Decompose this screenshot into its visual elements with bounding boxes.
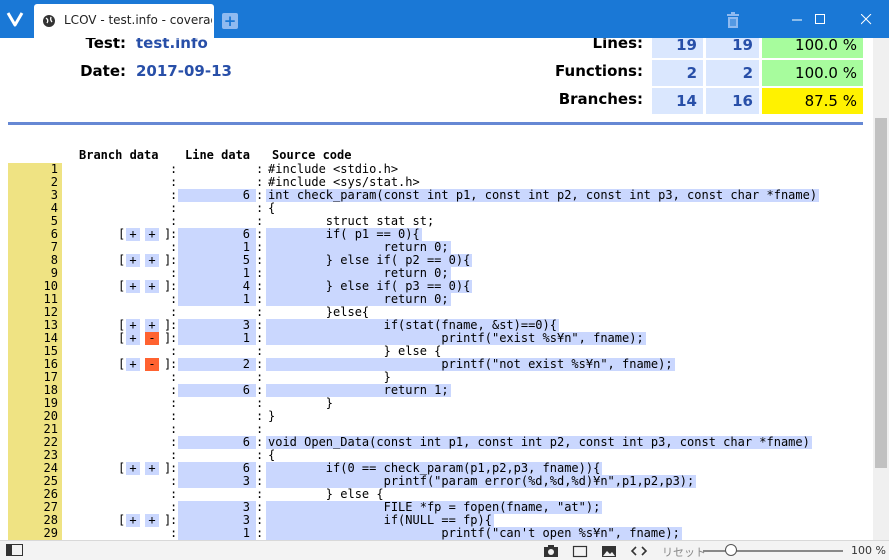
stat-percent: 100.0 %: [762, 38, 863, 58]
stat-total: 2: [706, 60, 759, 86]
vertical-scrollbar[interactable]: [873, 38, 889, 540]
vivaldi-logo-icon[interactable]: [6, 10, 24, 28]
table-row: 20::}: [0, 410, 873, 423]
stat-percent: 100.0 %: [762, 60, 863, 86]
branch-taken: +: [126, 514, 140, 527]
test-label: Test:: [85, 38, 126, 52]
line-hit-count: 1: [242, 331, 250, 345]
source-line: void Open_Data(const int p1, const int p…: [266, 435, 812, 449]
date-value: 2017-09-13: [136, 62, 232, 80]
branch-bracket: [: [118, 461, 126, 475]
source-line: }: [268, 396, 334, 410]
zoom-level: 100 %: [851, 544, 886, 557]
zoom-slider-handle[interactable]: [725, 544, 737, 556]
column-separator: :: [170, 526, 178, 540]
stat-percent: 87.5 %: [762, 88, 863, 114]
browser-tab[interactable]: LCOV - test.info - coverage/t: [34, 4, 214, 38]
branch-taken: +: [126, 332, 140, 345]
maximize-button[interactable]: [797, 0, 843, 38]
branch-taken: +: [126, 254, 140, 267]
table-row: 29:1: printf("can't open %s¥n", fname);: [0, 527, 873, 540]
stat-label: Functions:: [555, 62, 643, 80]
branch-taken: +: [126, 280, 140, 293]
image-icon[interactable]: [601, 544, 617, 558]
line-hit-count: 6: [242, 435, 250, 449]
table-row: 18:6: return 1;: [0, 384, 873, 397]
column-separator: :: [256, 526, 264, 540]
branch-data-header: Branch data: [79, 148, 159, 162]
table-row: 1:: #include <stdio.h>: [0, 163, 873, 176]
source-code-header: Source code: [272, 148, 352, 162]
table-row: 11:1: return 0;: [0, 293, 873, 306]
zoom-slider[interactable]: [703, 550, 843, 552]
zoom-reset-button[interactable]: リセット: [662, 544, 706, 560]
branch-taken: +: [145, 254, 159, 267]
branch-not-taken: -: [145, 332, 159, 345]
table-row: 22:6: void Open_Data(const int p1, const …: [0, 436, 873, 449]
line-hit-count: [178, 410, 256, 423]
stat-label: Lines:: [592, 38, 643, 52]
stat-hit: 2: [652, 60, 703, 86]
branch-bracket: [: [118, 513, 126, 527]
new-tab-button[interactable]: +: [222, 13, 238, 29]
trash-icon[interactable]: [726, 12, 740, 28]
branch-taken: +: [145, 228, 159, 241]
maximize-icon: [815, 14, 825, 24]
close-button[interactable]: [843, 0, 889, 38]
table-row: 16[+ -]:2: printf("not exist %s¥n", fname…: [0, 358, 873, 371]
title-bar: LCOV - test.info - coverage/t +: [0, 0, 889, 38]
status-bar: リセット 100 %: [0, 540, 889, 560]
header-divider: [8, 122, 863, 125]
line-hit-count: [178, 202, 256, 215]
stat-hit: 19: [652, 38, 703, 58]
branch-bracket: [: [118, 253, 126, 267]
line-hit-count: 2: [242, 357, 250, 371]
code-icon[interactable]: [630, 544, 648, 558]
branch-bracket: [: [118, 331, 126, 345]
branch-bracket: [: [118, 227, 126, 241]
line-hit-count: [178, 163, 256, 176]
branch-taken: +: [145, 514, 159, 527]
camera-icon[interactable]: [543, 544, 559, 558]
table-row: 4::{: [0, 202, 873, 215]
branch-taken: +: [126, 358, 140, 371]
line-hit-count: 3: [242, 474, 250, 488]
line-data-header: Line data: [185, 148, 251, 162]
line-hit-count: [178, 397, 256, 410]
branch-taken: +: [145, 462, 159, 475]
test-value: test.info: [136, 38, 208, 52]
stat-total: 19: [706, 38, 759, 58]
close-icon: [861, 14, 872, 25]
branch-bracket: [: [118, 279, 126, 293]
stat-label: Branches:: [558, 90, 643, 108]
table-row: 25:3: printf("param error(%d,%d,%d)¥n",p…: [0, 475, 873, 488]
branch-not-taken: -: [145, 358, 159, 371]
date-label: Date:: [80, 62, 126, 80]
branch-bracket: [: [118, 357, 126, 371]
line-hit-count: 6: [242, 188, 250, 202]
branch-taken: +: [145, 280, 159, 293]
line-hit-count: 6: [242, 383, 250, 397]
branch-taken: +: [126, 228, 140, 241]
table-row: 3:6: int check_param(const int p1, const …: [0, 189, 873, 202]
source-line: int check_param(const int p1, const int …: [266, 188, 820, 202]
plus-icon: +: [223, 12, 237, 30]
line-hit-count: 1: [242, 292, 250, 306]
page-content: Test: test.info Date: 2017-09-13 Lines: 1…: [0, 38, 873, 540]
source-line: printf("can't open %s¥n", fname);: [266, 526, 682, 540]
branch-taken: +: [126, 462, 140, 475]
stat-hit: 14: [652, 88, 703, 114]
tab-title: LCOV - test.info - coverage/t: [64, 13, 212, 27]
scrollbar-thumb[interactable]: [875, 118, 887, 468]
line-number[interactable]: 29: [8, 527, 62, 540]
source-line: }: [268, 409, 276, 423]
globe-icon: [43, 15, 55, 27]
window-icon[interactable]: [572, 544, 588, 558]
panel-toggle-icon[interactable]: [6, 544, 24, 557]
stat-total: 16: [706, 88, 759, 114]
table-row: 19:: }: [0, 397, 873, 410]
line-hit-count: 1: [242, 526, 250, 540]
